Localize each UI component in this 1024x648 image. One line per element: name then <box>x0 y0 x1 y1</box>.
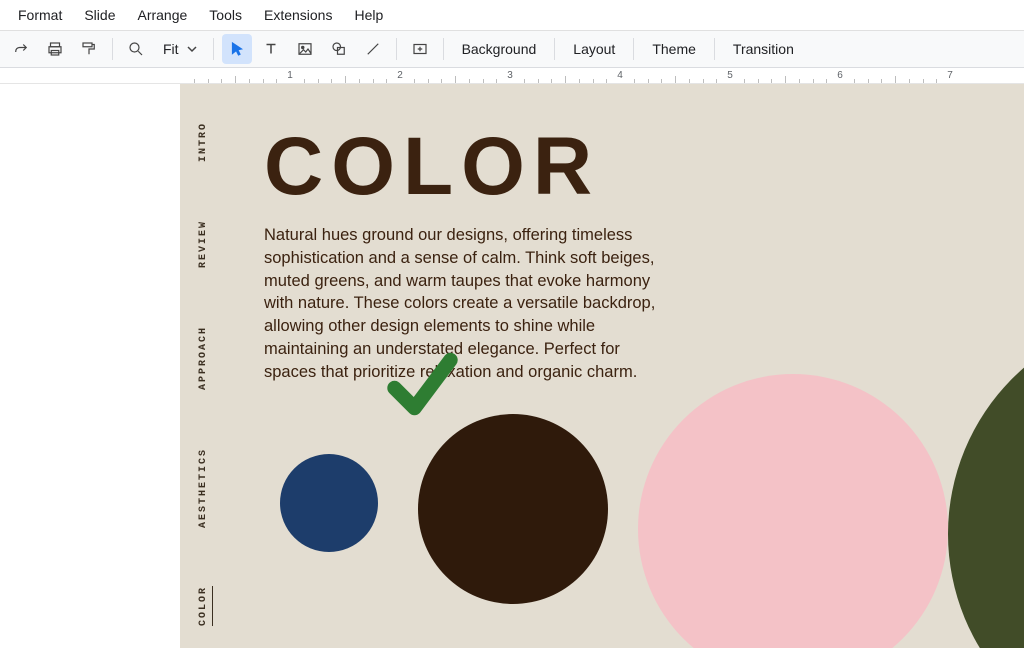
nav-item-review[interactable]: REVIEW <box>198 220 209 268</box>
toolbar-separator <box>554 38 555 60</box>
print-button[interactable] <box>40 34 70 64</box>
line-tool[interactable] <box>358 34 388 64</box>
add-slide-icon <box>411 40 429 58</box>
textbox-icon <box>262 40 280 58</box>
textbox-tool[interactable] <box>256 34 286 64</box>
toolbar-separator <box>396 38 397 60</box>
toolbar-separator <box>213 38 214 60</box>
ruler-mark: 2 <box>397 70 403 81</box>
zoom-label: Fit <box>163 41 179 57</box>
redo-button[interactable] <box>6 34 36 64</box>
menu-help[interactable]: Help <box>344 3 393 27</box>
menu-slide[interactable]: Slide <box>74 3 125 27</box>
slide-body-text[interactable]: Natural hues ground our designs, offerin… <box>264 224 664 383</box>
color-swatch-pink[interactable] <box>638 374 948 648</box>
shape-tool[interactable] <box>324 34 354 64</box>
vertical-nav: INTROREVIEWAPPROACHAESTHETICSCOLORDESIGN <box>198 122 209 648</box>
ruler-mark: 7 <box>947 70 953 81</box>
print-icon <box>46 40 64 58</box>
canvas-area[interactable]: INTROREVIEWAPPROACHAESTHETICSCOLORDESIGN… <box>0 84 1024 648</box>
shape-icon <box>330 40 348 58</box>
ruler-mark: 3 <box>507 70 513 81</box>
cursor-icon <box>228 40 246 58</box>
image-icon <box>296 40 314 58</box>
layout-button[interactable]: Layout <box>563 34 625 64</box>
new-slide-button[interactable] <box>405 34 435 64</box>
nav-item-aesthetics[interactable]: AESTHETICS <box>198 448 209 528</box>
magnifier-icon <box>127 40 145 58</box>
select-tool[interactable] <box>222 34 252 64</box>
ruler-mark: 6 <box>837 70 843 81</box>
ruler-mark: 1 <box>287 70 293 81</box>
paint-roller-icon <box>80 40 98 58</box>
toolbar-separator <box>633 38 634 60</box>
zoom-out-button[interactable] <box>121 34 151 64</box>
nav-item-approach[interactable]: APPROACH <box>198 326 209 390</box>
menu-format[interactable]: Format <box>8 3 72 27</box>
chevron-down-icon <box>187 44 197 54</box>
menu-tools[interactable]: Tools <box>199 3 252 27</box>
background-button[interactable]: Background <box>452 34 547 64</box>
transition-button[interactable]: Transition <box>723 34 804 64</box>
menu-bar: Format Slide Arrange Tools Extensions He… <box>0 0 1024 30</box>
nav-item-color[interactable]: COLOR <box>198 586 209 626</box>
color-swatch-olive[interactable] <box>948 314 1024 648</box>
toolbar-separator <box>714 38 715 60</box>
horizontal-ruler: 1 2 3 4 5 6 7 <box>0 68 1024 84</box>
zoom-dropdown[interactable]: Fit <box>155 34 205 64</box>
redo-icon <box>12 40 30 58</box>
nav-item-intro[interactable]: INTRO <box>198 122 209 162</box>
color-swatch-navy[interactable] <box>280 454 378 552</box>
toolbar-separator <box>112 38 113 60</box>
image-tool[interactable] <box>290 34 320 64</box>
paint-format-button[interactable] <box>74 34 104 64</box>
color-swatch-brown[interactable] <box>418 414 608 604</box>
toolbar: Fit Background Layout Theme Transition <box>0 30 1024 68</box>
theme-button[interactable]: Theme <box>642 34 706 64</box>
ruler-mark: 5 <box>727 70 733 81</box>
menu-extensions[interactable]: Extensions <box>254 3 342 27</box>
line-icon <box>364 40 382 58</box>
ruler-mark: 4 <box>617 70 623 81</box>
toolbar-separator <box>443 38 444 60</box>
slide-title[interactable]: COLOR <box>264 120 600 214</box>
slide[interactable]: INTROREVIEWAPPROACHAESTHETICSCOLORDESIGN… <box>180 84 1024 648</box>
menu-arrange[interactable]: Arrange <box>127 3 197 27</box>
